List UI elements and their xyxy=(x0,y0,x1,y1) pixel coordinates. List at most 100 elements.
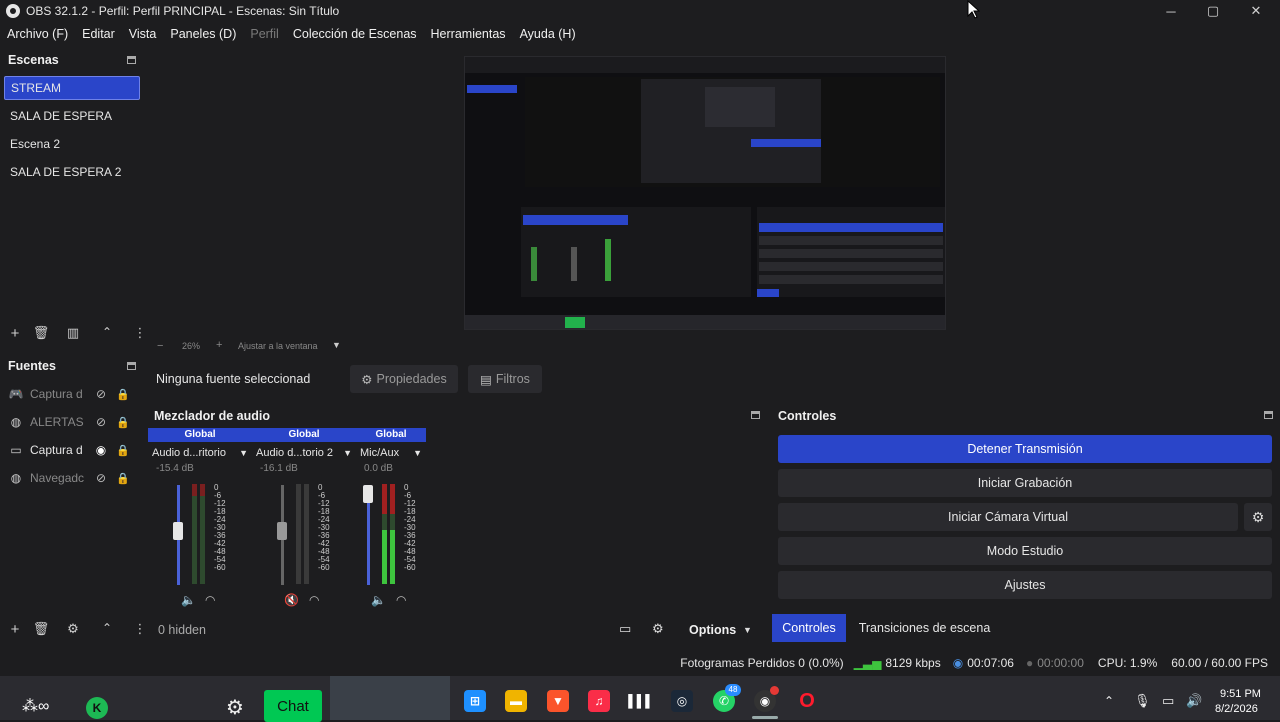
speaker-muted-icon[interactable]: 🔇 xyxy=(284,593,299,607)
chevron-down-icon[interactable]: ▼ xyxy=(239,448,248,458)
zoom-in-icon[interactable]: + xyxy=(216,339,222,351)
kick-icon[interactable]: K xyxy=(86,697,108,719)
windows-start-icon[interactable]: ⊞ xyxy=(464,690,486,712)
chevron-down-icon[interactable]: ▼ xyxy=(743,625,752,635)
undock-icon[interactable] xyxy=(127,362,136,370)
channel-header: Global xyxy=(252,428,356,442)
remove-source-icon[interactable]: 🗑 xyxy=(31,621,51,637)
headphones-icon[interactable]: ◠ xyxy=(309,593,319,607)
advanced-audio-icon[interactable]: ⚙ xyxy=(652,621,664,637)
channel-header: Global xyxy=(148,428,252,442)
volume-slider-handle[interactable] xyxy=(363,485,373,503)
menu-coleccion-escenas[interactable]: Colección de Escenas xyxy=(293,27,417,41)
scene-item-sala-de-espera-2[interactable]: SALA DE ESPERA 2 xyxy=(4,160,140,184)
recording-indicator xyxy=(770,686,779,695)
eye-hidden-icon[interactable]: ⊘ xyxy=(92,415,110,429)
filter-icon: ▤ xyxy=(480,372,492,387)
microphone-icon[interactable]: 🎙 xyxy=(1134,693,1151,709)
tab-transiciones[interactable]: Transiciones de escena xyxy=(852,614,997,642)
menu-perfil[interactable]: Perfil xyxy=(250,27,278,41)
chat-button[interactable]: Chat xyxy=(264,690,322,722)
audio-editor-icon[interactable]: ▌▌▌ xyxy=(628,690,654,712)
menu-ayuda[interactable]: Ayuda (H) xyxy=(520,27,576,41)
filter-scene-icon[interactable]: ▥ xyxy=(63,325,83,341)
chevron-down-icon[interactable]: ▼ xyxy=(413,448,422,458)
menu-paneles[interactable]: Paneles (D) xyxy=(170,27,236,41)
eye-hidden-icon[interactable]: ⊘ xyxy=(92,387,110,401)
minimize-button[interactable]: ─ xyxy=(1150,0,1192,22)
menu-vista[interactable]: Vista xyxy=(129,27,157,41)
menu-herramientas[interactable]: Herramientas xyxy=(431,27,506,41)
properties-button[interactable]: ⚙ Propiedades xyxy=(350,365,458,393)
taskbar-wallpaper xyxy=(330,676,450,720)
zoom-out-icon[interactable]: − xyxy=(157,340,163,352)
remove-scene-icon[interactable]: 🗑 xyxy=(31,325,51,341)
clock-time[interactable]: 9:51 PM xyxy=(1220,688,1261,700)
source-item[interactable]: 🎮 Captura d ⊘ 🔒 xyxy=(8,383,138,405)
source-item[interactable]: ▭ Captura d ◉ 🔒 xyxy=(8,439,138,461)
volume-slider-handle[interactable] xyxy=(173,522,183,540)
start-recording-button[interactable]: Iniciar Grabación xyxy=(778,469,1272,497)
filters-button[interactable]: ▤ Filtros xyxy=(468,365,542,393)
options-button[interactable]: Options xyxy=(689,623,736,637)
recording-icon: ● xyxy=(1025,656,1034,670)
fit-window-label[interactable]: Ajustar a la ventana xyxy=(238,341,318,351)
preview-canvas[interactable] xyxy=(464,56,946,330)
close-button[interactable]: ✕ xyxy=(1235,0,1277,22)
lock-icon[interactable]: 🔒 xyxy=(116,416,130,429)
start-virtual-camera-button[interactable]: Iniciar Cámara Virtual xyxy=(778,503,1238,531)
more-icon[interactable]: ⋮ xyxy=(130,325,150,341)
tab-controles[interactable]: Controles xyxy=(772,614,846,642)
eye-icon[interactable]: ◉ xyxy=(92,443,110,457)
stop-streaming-button[interactable]: Detener Transmisión xyxy=(778,435,1272,463)
volume-slider-handle[interactable] xyxy=(277,522,287,540)
settings-button[interactable]: Ajustes xyxy=(778,571,1272,599)
add-source-icon[interactable]: + xyxy=(5,621,25,638)
file-explorer-icon[interactable]: ▬ xyxy=(505,690,527,712)
undock-icon[interactable] xyxy=(1264,411,1273,419)
more-icon[interactable]: ⋮ xyxy=(130,621,150,637)
speaker-icon[interactable]: 🔈 xyxy=(181,593,196,607)
hidden-count[interactable]: 0 hidden xyxy=(158,623,206,637)
studio-mode-button[interactable]: Modo Estudio xyxy=(778,537,1272,565)
steam-icon[interactable]: ◎ xyxy=(671,690,693,712)
undock-icon[interactable] xyxy=(751,411,760,419)
gear-icon[interactable]: ⚙ xyxy=(226,695,244,720)
chevron-down-icon[interactable]: ▼ xyxy=(343,448,352,458)
chevron-up-icon[interactable]: ⌃ xyxy=(1104,694,1114,708)
headphones-icon[interactable]: ◠ xyxy=(205,593,215,607)
volume-icon[interactable]: 🔊 xyxy=(1186,693,1202,709)
eye-hidden-icon[interactable]: ⊘ xyxy=(92,471,110,485)
speaker-icon[interactable]: 🔈 xyxy=(371,593,386,607)
opera-icon[interactable]: O xyxy=(796,690,818,712)
gear-icon[interactable]: ⚙ xyxy=(63,621,83,637)
scene-item-escena-2[interactable]: Escena 2 xyxy=(4,132,140,156)
clock-date[interactable]: 8/2/2026 xyxy=(1215,703,1258,715)
brave-icon[interactable]: ▼ xyxy=(547,690,569,712)
scenes-title: Escenas xyxy=(8,53,59,67)
maximize-button[interactable]: ▢ xyxy=(1192,0,1234,22)
headphones-icon[interactable]: ◠ xyxy=(396,593,406,607)
chevron-down-icon[interactable]: ▼ xyxy=(332,340,341,350)
no-source-label: Ninguna fuente seleccionad xyxy=(156,372,311,386)
source-item[interactable]: ◍ Navegadc ⊘ 🔒 xyxy=(8,467,138,489)
widgets-icon[interactable]: ⁂∞ xyxy=(22,696,49,716)
lock-icon[interactable]: 🔒 xyxy=(116,388,130,401)
move-up-icon[interactable]: ⌃ xyxy=(97,621,117,635)
scene-item-stream[interactable]: STREAM xyxy=(4,76,140,100)
menu-archivo[interactable]: Archivo (F) xyxy=(7,27,68,41)
network-icon[interactable]: ▭ xyxy=(1162,693,1174,709)
layout-icon[interactable]: ▭ xyxy=(619,621,631,637)
virtual-camera-settings-icon[interactable]: ⚙ xyxy=(1244,503,1272,531)
move-up-icon[interactable]: ⌃ xyxy=(97,325,117,339)
menu-editar[interactable]: Editar xyxy=(82,27,115,41)
source-item[interactable]: ◍ ALERTAS ⊘ 🔒 xyxy=(8,411,138,433)
scene-item-sala-de-espera[interactable]: SALA DE ESPERA xyxy=(4,104,140,128)
db-scale: 0 -6 -12 -18 -24 -30 -36 -42 -48 -54 -60 xyxy=(404,484,416,572)
music-icon[interactable]: ♫ xyxy=(588,690,610,712)
scene-label: SALA DE ESPERA 2 xyxy=(10,165,122,179)
lock-icon[interactable]: 🔒 xyxy=(116,444,130,457)
lock-icon[interactable]: 🔒 xyxy=(116,472,130,485)
add-scene-icon[interactable]: + xyxy=(5,325,25,342)
undock-icon[interactable] xyxy=(127,56,136,64)
